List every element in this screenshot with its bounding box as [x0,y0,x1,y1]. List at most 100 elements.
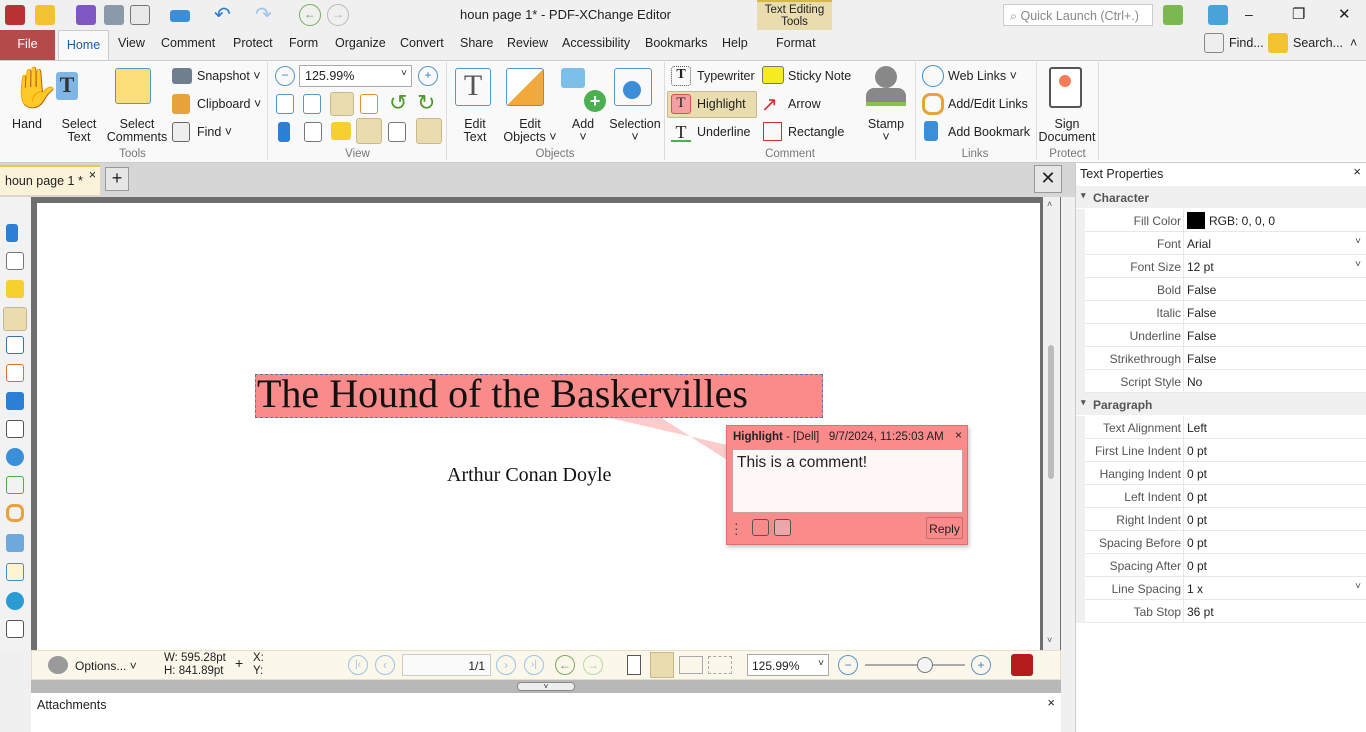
find-button[interactable]: Find... [1229,36,1264,50]
underline-button[interactable]: Underline [697,125,751,139]
property-row[interactable]: Bold False [1076,278,1366,301]
section-paragraph[interactable]: ▾ Paragraph [1076,393,1366,415]
property-value[interactable]: False [1187,283,1216,297]
property-value[interactable]: 36 pt [1187,605,1214,619]
open-folder-icon[interactable] [35,5,55,25]
fullscreen-icon[interactable] [1208,5,1228,25]
property-row[interactable]: Spacing Before 0 pt [1076,531,1366,554]
zoom-slider-thumb[interactable] [917,657,933,673]
pane-splitter[interactable]: ˅ [31,680,1061,693]
fit-page-icon[interactable] [303,94,321,114]
reply-button[interactable]: Reply [926,517,963,539]
chevron-down-icon[interactable]: ˅ [1355,259,1361,270]
rotate-right-icon[interactable]: ↻ [417,90,435,116]
stamp-button[interactable]: Stamp ˅ [862,118,910,144]
property-row[interactable]: Hanging Indent 0 pt [1076,462,1366,485]
comments-pane-icon[interactable] [331,122,351,140]
bookmarks-pane-icon[interactable] [278,122,290,142]
property-row[interactable]: Right Indent 0 pt [1076,508,1366,531]
continuous-page-icon[interactable] [650,652,674,678]
rectangle-button[interactable]: Rectangle [788,125,844,139]
links-icon[interactable] [6,504,24,522]
new-tab-button[interactable]: + [105,167,129,191]
next-view-button[interactable]: → [583,655,603,675]
property-row[interactable]: Underline False [1076,324,1366,347]
zoom-slider[interactable] [865,664,965,666]
tab-file[interactable]: File [0,30,55,60]
next-page-button[interactable]: › [496,655,516,675]
collapse-ribbon-icon[interactable]: ˄ [1350,36,1357,50]
redo-icon[interactable]: ↷ [255,2,272,27]
property-value[interactable]: False [1187,352,1216,366]
property-value[interactable]: 0 pt [1187,490,1207,504]
minimize-button[interactable]: – [1245,6,1253,22]
rotate-left-icon[interactable]: ↺ [389,90,407,116]
tab-format[interactable]: Format [776,36,816,50]
property-value[interactable]: 0 pt [1187,444,1207,458]
options-button[interactable]: Options... ˅ [75,659,137,673]
document-title[interactable]: The Hound of the Baskervilles [257,370,748,417]
comment-popup[interactable]: Highlight - [Dell] 9/7/2024, 11:25:03 AM… [726,425,968,545]
property-value[interactable]: 1 x [1187,582,1203,596]
tab-home[interactable]: Home [58,30,109,61]
panel-close-button[interactable]: × [1353,164,1361,179]
property-value[interactable]: 0 pt [1187,513,1207,527]
comments-icon[interactable] [6,280,24,298]
ui-options-icon[interactable] [1163,5,1183,25]
status-zoom-in-button[interactable]: + [971,655,991,675]
fit-width-icon[interactable] [330,92,354,116]
add-bookmark-button[interactable]: Add Bookmark [948,125,1030,139]
forward-icon[interactable]: → [327,4,349,26]
bookmarks-icon[interactable] [6,224,18,242]
property-value[interactable]: False [1187,329,1216,343]
tab-view[interactable]: View [118,36,145,50]
order-icon[interactable] [6,563,24,581]
section-character[interactable]: ▾ Character [1076,186,1366,208]
first-page-button[interactable]: |‹ [348,655,368,675]
facing-pages-icon[interactable] [679,656,703,674]
chevron-down-icon[interactable]: ˅ [1355,236,1361,247]
tab-bookmarks[interactable]: Bookmarks [645,36,708,50]
property-row[interactable]: Fill Color RGB: 0, 0, 0 [1076,209,1366,232]
comment-text-input[interactable]: This is a comment! [732,449,963,513]
last-page-button[interactable]: ›| [524,655,544,675]
tab-review[interactable]: Review [507,36,548,50]
property-value[interactable]: False [1187,306,1216,320]
structure-icon[interactable] [6,476,24,494]
zoom-out-icon[interactable]: − [275,66,295,86]
document-tab-close[interactable]: × [89,168,96,182]
property-row[interactable]: Italic False [1076,301,1366,324]
property-value[interactable]: 0 pt [1187,559,1207,573]
property-value[interactable]: 0 pt [1187,536,1207,550]
property-value[interactable]: No [1187,375,1202,389]
property-row[interactable]: Left Indent 0 pt [1076,485,1366,508]
tab-comment[interactable]: Comment [161,36,215,50]
edit-objects-button[interactable]: Edit Objects ˅ [500,118,560,144]
property-value[interactable]: RGB: 0, 0, 0 [1209,214,1275,228]
fields-icon[interactable] [6,420,24,438]
print-icon[interactable] [104,5,124,25]
snapshot-button[interactable]: Snapshot ˅ [197,69,261,83]
content-icon[interactable] [6,620,24,638]
property-row[interactable]: Spacing After 0 pt [1076,554,1366,577]
email-icon[interactable] [130,5,150,25]
comment-close-button[interactable]: × [955,428,962,442]
sticky-note-button[interactable]: Sticky Note [788,69,851,83]
chevron-down-icon[interactable]: ˅ [1355,581,1361,592]
attachments-close-button[interactable]: × [1047,695,1055,710]
status-zoom-combo[interactable]: 125.99% ˅ [747,654,829,676]
web-links-button[interactable]: Web Links ˅ [948,69,1017,83]
zoom-in-icon[interactable]: + [418,66,438,86]
tags-icon[interactable] [6,534,24,552]
scrollbar-thumb[interactable] [1048,345,1054,479]
page-number-input[interactable]: 1/1 [402,654,491,676]
thumbnails-icon[interactable] [6,252,24,270]
find-tool-button[interactable]: Find ˅ [197,125,232,139]
property-value[interactable]: Arial [1187,237,1211,251]
document-author[interactable]: Arthur Conan Doyle [447,464,611,487]
add-button[interactable]: Add ˅ [565,118,601,144]
property-row[interactable]: Line Spacing 1 x ˅ [1076,577,1366,600]
back-icon[interactable]: ← [299,4,321,26]
tab-protect[interactable]: Protect [233,36,273,50]
property-row[interactable]: Strikethrough False [1076,347,1366,370]
